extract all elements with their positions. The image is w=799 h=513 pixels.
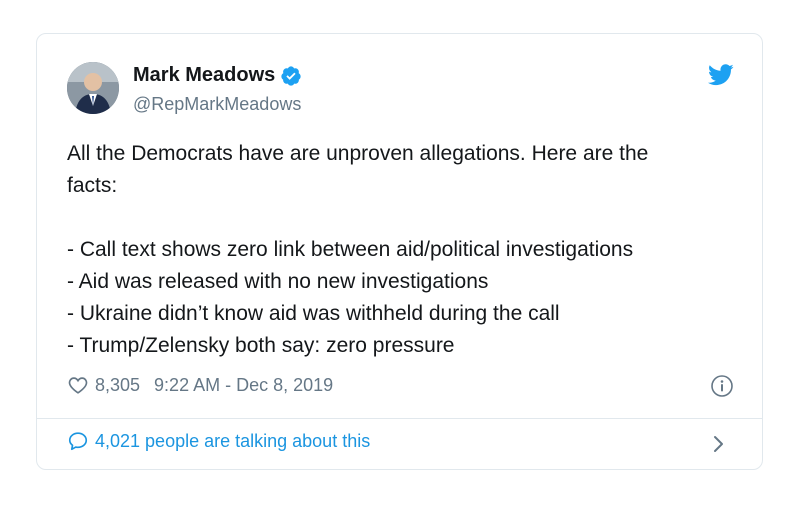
conversation-link[interactable]: 4,021 people are talking about this (67, 430, 370, 452)
tweet-card: Mark Meadows @RepMarkMeadows All the Dem… (36, 33, 763, 470)
like-count[interactable]: 8,305 (95, 375, 140, 396)
tweet-line: - Call text shows zero link between aid/… (67, 238, 634, 261)
tweet-line: - Aid was released with no new investiga… (67, 270, 489, 293)
timestamp[interactable]: 9:22 AM - Dec 8, 2019 (154, 375, 333, 396)
user-avatar-icon (67, 62, 119, 114)
chevron-right-icon[interactable] (712, 434, 726, 454)
avatar[interactable] (67, 62, 119, 114)
tweet-meta: 8,305 9:22 AM - Dec 8, 2019 (67, 374, 333, 396)
tweet-line: - Ukraine didn’t know aid was withheld d… (67, 302, 560, 325)
author-name[interactable]: Mark Meadows (133, 64, 275, 87)
tweet-line: - Trump/Zelensky both say: zero pressure (67, 334, 455, 357)
heart-icon[interactable] (67, 374, 89, 396)
author-handle[interactable]: @RepMarkMeadows (133, 94, 301, 115)
tweet-line: facts: (67, 174, 118, 197)
verified-badge-icon (281, 65, 301, 86)
speech-bubble-icon (68, 432, 88, 451)
info-icon[interactable] (710, 374, 734, 398)
tweet-text: All the Democrats have are unproven alle… (67, 138, 747, 362)
author-name-row[interactable]: Mark Meadows (133, 64, 302, 87)
divider (37, 418, 762, 419)
twitter-bird-icon[interactable] (708, 64, 734, 86)
conversation-label[interactable]: 4,021 people are talking about this (95, 431, 370, 452)
tweet-line: All the Democrats have are unproven alle… (67, 142, 649, 165)
